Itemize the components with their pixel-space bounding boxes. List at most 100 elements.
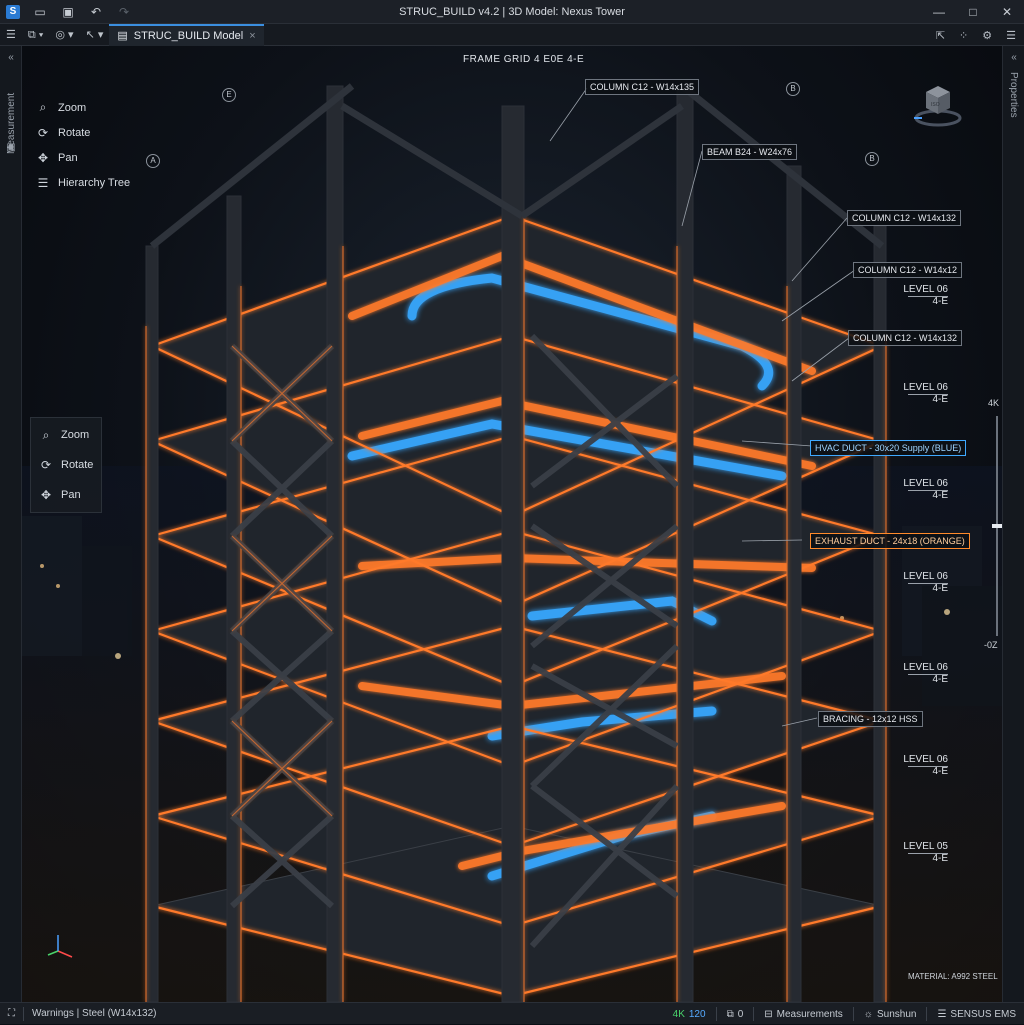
sensors-label: SENSUS EMS — [950, 1008, 1016, 1020]
export-icon[interactable]: ⇱ — [936, 29, 945, 42]
rotate-label-2: Rotate — [61, 459, 94, 471]
pan-icon: ✥ — [40, 488, 52, 502]
minimize-button[interactable]: — — [922, 0, 956, 24]
settings-icon[interactable]: ⚙ — [982, 29, 992, 42]
measurements-toggle[interactable]: ⊟ Measurements — [764, 1009, 843, 1020]
hierarchy-label: Hierarchy Tree — [58, 176, 131, 189]
tab-label: STRUC_BUILD Model — [133, 29, 244, 42]
callout-hvac-duct[interactable]: HVAC DUCT - 30x20 Supply (BLUE) — [810, 440, 967, 456]
zoom-slider-thumb[interactable] — [992, 524, 1002, 528]
fps-value: 120 — [688, 1008, 706, 1020]
sensors-status[interactable]: ☰ SENSUS EMS — [937, 1009, 1016, 1020]
tab-close-icon[interactable]: × — [249, 25, 255, 47]
level-name: LEVEL 06 — [903, 478, 948, 489]
collapse-right-icon[interactable]: « — [1008, 52, 1020, 64]
menu-icon[interactable]: ☰ — [0, 24, 22, 46]
callout-column-c12-b[interactable]: COLUMN C12 - W14x132 — [847, 210, 962, 226]
callout-bracing[interactable]: BRACING - 12x12 HSS — [818, 711, 923, 727]
3d-viewport[interactable]: E A B B FRAME GRID 4 E0E 4-E ⌕ Zoom ⟳ Ro… — [22, 46, 1002, 1002]
view-cube[interactable]: ISO — [910, 74, 966, 130]
res-value: 4K — [672, 1008, 685, 1020]
level-grid: 4-E — [932, 583, 948, 594]
grid-bubble-b: B — [786, 82, 800, 96]
level-grid: 4-E — [932, 674, 948, 685]
grid-bubble-e: E — [222, 88, 236, 102]
toolbar: ☰ ⧉ ▾ ◎ ▾ ↖ ▾ ▤ STRUC_BUILD Model × ⇱ ⁘ … — [0, 23, 1024, 47]
ruler-icon: ⊟ — [764, 1008, 773, 1020]
pan-icon: ✥ — [37, 150, 49, 165]
level-name: LEVEL 06 — [903, 284, 948, 295]
instance-counter[interactable]: ⧉ 0 — [727, 1009, 744, 1020]
panel-icon[interactable]: ▣ — [5, 142, 17, 154]
zoom-label: Zoom — [58, 101, 87, 114]
collapse-left-icon[interactable]: « — [5, 52, 17, 64]
tab-struc-build-model[interactable]: ▤ STRUC_BUILD Model × — [109, 23, 264, 47]
level-grid: 4-E — [932, 296, 948, 307]
level-name: LEVEL 06 — [903, 754, 948, 765]
zoom-label-2: Zoom — [61, 429, 90, 441]
view-dropdown-icon[interactable]: ◎ ▾ — [49, 24, 79, 46]
rotate-icon: ⟳ — [37, 125, 49, 140]
zoom-tool[interactable]: ⌕ Zoom — [36, 95, 130, 120]
rotate-icon: ⟳ — [40, 458, 52, 472]
zoom-icon: ⌕ — [42, 427, 50, 442]
pan-tool[interactable]: ✥ Pan — [36, 145, 130, 170]
undo-icon[interactable]: ↶ — [88, 4, 104, 20]
left-rail: « Measurement ▣ — [0, 46, 22, 1002]
sensor-icon: ☰ — [937, 1008, 947, 1020]
layers-dropdown-icon[interactable]: ⧉ ▾ — [22, 24, 50, 46]
hierarchy-tree-tool[interactable]: ☰ Hierarchy Tree — [36, 170, 131, 195]
redo-icon[interactable]: ↷ — [116, 4, 132, 20]
pan-label-2: Pan — [61, 489, 81, 501]
level-tag: LEVEL 06 4-E — [892, 662, 948, 686]
grid-bubble-a: A — [146, 154, 160, 168]
navigation-menu: ⌕ Zoom ⟳ Rotate ✥ Pan ☰ Hierarchy Tree — [36, 95, 131, 195]
material-label: MATERIAL: A992 STEEL — [908, 972, 998, 981]
navigation-panel: ⌕ Zoom ⟳ Rotate ✥ Pan — [30, 417, 103, 513]
level-name: LEVEL 06 — [903, 662, 948, 673]
level-name: LEVEL 06 — [903, 382, 948, 393]
callout-exhaust-duct[interactable]: EXHAUST DUCT - 24x18 (ORANGE) — [810, 533, 970, 549]
level-grid: 4-E — [932, 766, 948, 777]
rotate-tool[interactable]: ⟳ Rotate — [36, 120, 130, 145]
folder-icon[interactable]: ▭ — [32, 4, 48, 20]
sun-settings[interactable]: ☼ Sunshun — [864, 1009, 917, 1020]
properties-tab[interactable]: Properties — [1008, 72, 1019, 118]
callout-column-c12-a[interactable]: COLUMN C12 - W14x135 — [585, 79, 700, 95]
pan-tool-2[interactable]: ✥ Pan — [39, 480, 93, 510]
title-bar: S ▭ ▣ ↶ ↷ STRUC_BUILD v4.2 | 3D Model: N… — [0, 0, 1024, 24]
close-button[interactable]: ✕ — [990, 0, 1024, 24]
rotate-label: Rotate — [58, 126, 91, 139]
level-tag: LEVEL 06 4-E — [892, 284, 948, 308]
level-grid: 4-E — [932, 490, 948, 501]
callout-beam-b24[interactable]: BEAM B24 - W24x76 — [702, 144, 798, 160]
counter-value: 0 — [737, 1008, 744, 1020]
pan-label: Pan — [58, 151, 78, 164]
more-icon[interactable]: ☰ — [1006, 29, 1016, 42]
grid-icon[interactable]: ⁘ — [959, 29, 968, 42]
sun-label: Sunshun — [876, 1008, 917, 1020]
zoom-tool-2[interactable]: ⌕ Zoom — [39, 420, 93, 450]
model-icon: ▤ — [117, 29, 128, 42]
fit-view-icon[interactable]: ⛶ — [8, 1003, 15, 1025]
level-tag: LEVEL 06 4-E — [892, 478, 948, 502]
copy-icon: ⧉ — [726, 1008, 734, 1020]
level-tag: LEVEL 06 4-E — [892, 571, 948, 595]
callout-column-c12-c[interactable]: COLUMN C12 - W14x12 — [853, 262, 963, 278]
structure-render — [22, 83, 1002, 1002]
zoom-slider-bottom-label: -0Z — [984, 640, 998, 650]
rotate-tool-2[interactable]: ⟳ Rotate — [39, 450, 93, 480]
callout-column-c12-d[interactable]: COLUMN C12 - W14x132 — [848, 330, 963, 346]
level-tag: LEVEL 06 4-E — [892, 382, 948, 406]
maximize-button[interactable]: □ — [956, 0, 990, 24]
frame-grid-label: FRAME GRID 4 E0E 4-E — [463, 54, 585, 65]
selection-status: Warnings | Steel (W14x132) — [32, 1008, 157, 1019]
save-icon[interactable]: ▣ — [60, 4, 76, 20]
measurements-label: Measurements — [776, 1008, 843, 1020]
level-tag: LEVEL 05 4-E — [892, 841, 948, 865]
select-dropdown-icon[interactable]: ↖ ▾ — [80, 24, 110, 46]
zoom-slider[interactable]: 4K -0Z — [982, 396, 1002, 656]
hierarchy-icon: ☰ — [37, 175, 49, 190]
level-tag: LEVEL 06 4-E — [892, 754, 948, 778]
level-grid: 4-E — [932, 394, 948, 405]
